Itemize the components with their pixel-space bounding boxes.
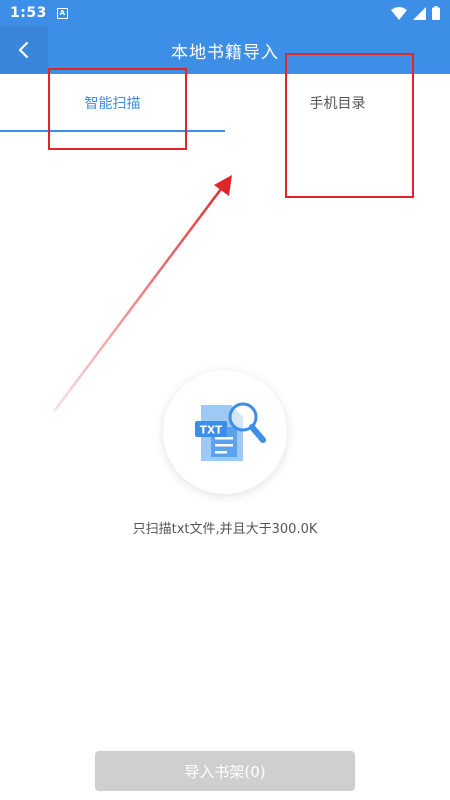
- signal-icon: [413, 6, 426, 20]
- scan-hint: 只扫描txt文件,并且大于300.0K: [132, 522, 318, 537]
- a-icon: A: [56, 7, 68, 19]
- page-title: 本地书籍导入: [171, 42, 279, 63]
- status-time: 1:53: [10, 5, 47, 21]
- txt-label: TXT: [200, 425, 223, 437]
- back-button[interactable]: [0, 26, 48, 74]
- annotation-box-phone-directory: [285, 53, 414, 198]
- scan-illustration: TXT: [163, 370, 287, 494]
- wifi-icon: [391, 6, 407, 20]
- chevron-left-icon: [18, 41, 29, 59]
- annotation-box-smart-scan: [48, 68, 187, 150]
- battery-icon: [432, 6, 440, 20]
- import-to-shelf-button[interactable]: 导入书架(0): [95, 751, 355, 791]
- txt-file-search-icon: TXT: [195, 402, 266, 461]
- status-bar: 1:53 A: [0, 0, 450, 26]
- status-icons: [391, 6, 440, 20]
